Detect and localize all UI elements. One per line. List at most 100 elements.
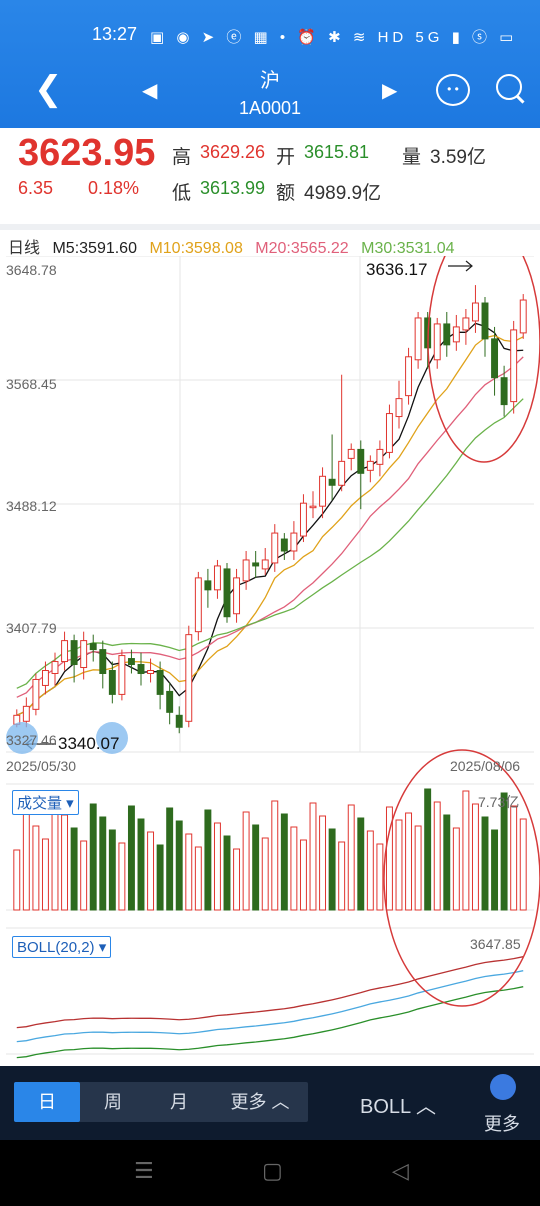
volume-bar: [147, 831, 155, 911]
volume-value: 3.59亿: [430, 147, 486, 168]
boll-toggle[interactable]: BOLL ︿: [360, 1090, 436, 1119]
tab-more[interactable]: 更多 ︿: [212, 1082, 308, 1122]
candle-body: [309, 505, 317, 509]
volume-bar: [443, 814, 451, 911]
more-icon[interactable]: [490, 1074, 516, 1100]
volume-bar: [51, 801, 59, 911]
top-header: 13:27 ▣ ◉ ➤ ⓔ ▦ • ⏰ ✱ ≋ HD 5G ▮ ⓢ ▭ ❮ ◀ …: [0, 0, 540, 128]
volume-bar: [452, 827, 460, 911]
volume-bar: [481, 816, 489, 911]
amount-label: 额: [276, 183, 296, 204]
candle-body: [385, 413, 393, 453]
more-button[interactable]: 更多: [484, 1110, 520, 1136]
candle-body: [280, 538, 288, 552]
low-annotation: 3340.07: [58, 734, 120, 753]
candle-body: [338, 460, 346, 486]
triangle-right-icon[interactable]: ▶: [382, 78, 397, 103]
volume-bar: [233, 848, 241, 911]
volume-bar: [166, 807, 174, 911]
ma5-label: M5:3591.60: [52, 240, 137, 257]
volume-bar: [185, 833, 193, 911]
message-icon[interactable]: • •: [436, 74, 470, 106]
home-icon[interactable]: ▢: [262, 1158, 283, 1184]
candle-body: [213, 565, 221, 591]
volume-bar: [433, 801, 441, 911]
price-axis-label: 3407.79: [6, 620, 57, 636]
volume-bar: [213, 822, 221, 911]
candle-body: [156, 670, 164, 695]
search-icon[interactable]: [496, 74, 522, 100]
volume-bar: [414, 825, 422, 911]
candle-body: [405, 356, 413, 397]
volume-bar: [280, 813, 288, 911]
volume-bar: [127, 805, 135, 911]
open-label: 开: [276, 147, 296, 168]
volume-bar: [376, 843, 384, 911]
candle-body: [166, 690, 174, 713]
candle-body: [299, 502, 307, 537]
ma10-label: M10:3598.08: [149, 240, 243, 257]
volume-bar: [309, 802, 317, 911]
volume-bar: [13, 849, 21, 911]
boll-line: [16, 956, 524, 1029]
candle-body: [510, 329, 518, 403]
candle-body: [99, 649, 107, 674]
candle-body: [204, 580, 212, 591]
period-label[interactable]: 日线: [8, 240, 40, 257]
volume-bar: [471, 803, 479, 911]
candle-body: [319, 475, 327, 507]
low-value: 3613.99: [200, 178, 266, 198]
candle-body: [261, 559, 269, 570]
volume-bar: [89, 803, 97, 911]
volume-bar: [156, 844, 164, 911]
status-time: 13:27: [92, 24, 138, 44]
candle-body: [471, 302, 479, 322]
volume-bar: [299, 839, 307, 911]
candle-body: [414, 317, 422, 361]
volume-indicator-select[interactable]: 成交量 ▾: [12, 790, 79, 815]
period-toolbar: 日 周 月 更多 ︿ BOLL ︿ 更多: [0, 1066, 540, 1140]
candle-body: [89, 643, 97, 651]
volume-bar: [137, 818, 145, 911]
candle-body: [108, 670, 116, 695]
back-icon[interactable]: ◁: [392, 1158, 409, 1184]
candle-body: [271, 532, 279, 564]
volume-bar: [108, 829, 116, 911]
price-axis-label: 3568.45: [6, 376, 57, 392]
volume-bar: [22, 812, 30, 911]
system-nav-bar: ☰ ▢ ◁: [0, 1140, 540, 1206]
boll-indicator-select[interactable]: BOLL(20,2) ▾: [12, 936, 112, 958]
menu-icon[interactable]: ☰: [134, 1158, 154, 1184]
tab-month[interactable]: 月: [146, 1082, 212, 1122]
volume-label: 量: [402, 147, 422, 168]
boll-line: [16, 970, 524, 1043]
change-value: 6.35: [18, 178, 54, 198]
volume-bar: [261, 837, 269, 911]
volume-bar: [61, 814, 69, 911]
tab-week[interactable]: 周: [80, 1082, 146, 1122]
volume-max-value: 7.73亿: [478, 794, 520, 810]
ma-legend: 日线 M5:3591.60 M10:3598.08 M20:3565.22 M3…: [8, 234, 463, 258]
candle-body: [147, 670, 155, 674]
candle-body: [395, 398, 403, 418]
volume-bar: [510, 805, 518, 911]
volume-bar: [319, 815, 327, 911]
high-label: 高: [172, 147, 192, 168]
amount-value: 4989.9亿: [304, 183, 382, 204]
candle-body: [137, 664, 145, 674]
candle-body: [491, 338, 499, 379]
volume-bar: [395, 819, 403, 911]
candle-body: [500, 377, 508, 406]
price-axis-label: 3488.12: [6, 498, 57, 514]
high-annotation: 3636.17: [366, 260, 428, 279]
volume-bar: [405, 812, 413, 911]
candle-body: [290, 532, 298, 552]
volume-bar: [175, 820, 183, 911]
date-end: 2025/08/06: [450, 758, 521, 774]
candle-body: [366, 460, 374, 471]
volume-bar: [32, 825, 40, 911]
tab-day[interactable]: 日: [14, 1082, 80, 1122]
candle-body: [233, 577, 241, 615]
candle-body: [481, 302, 489, 340]
price-axis-label: 3327.46: [6, 732, 57, 748]
